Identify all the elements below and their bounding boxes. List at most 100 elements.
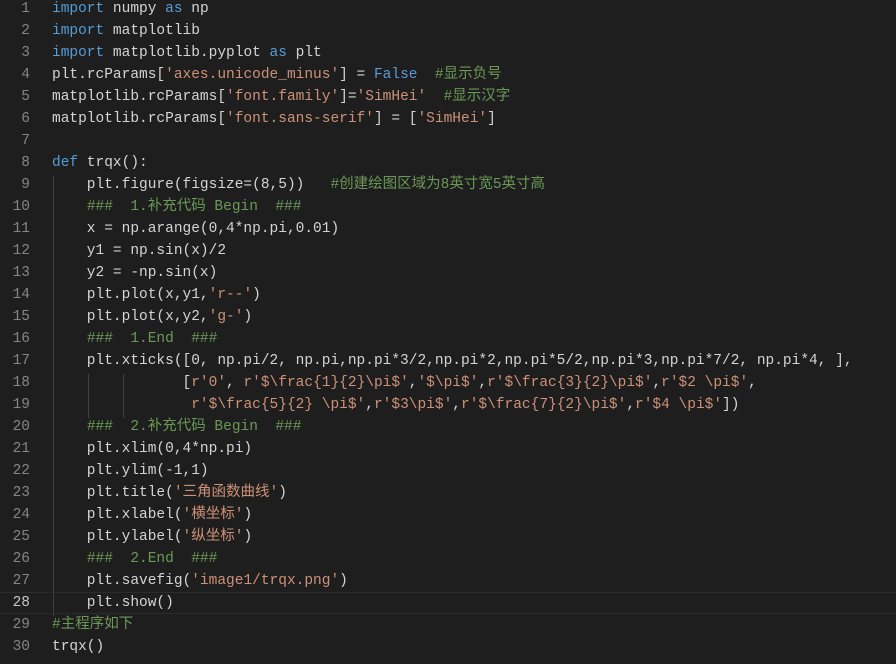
code-line[interactable]: 20 ### 2.补充代码 Begin ### xyxy=(0,416,896,438)
code-token: ) xyxy=(243,309,253,325)
code-line[interactable]: 30 trqx() xyxy=(0,636,896,658)
code-token: plt xyxy=(286,45,322,61)
code-line[interactable]: 23 plt.title('三角函数曲线') xyxy=(0,482,896,504)
line-code: matplotlib.rcParams['font.family']='SimH… xyxy=(52,86,510,108)
line-code: def trqx(): xyxy=(52,152,148,174)
code-token: plt.xlim(0,4*np.pi) xyxy=(52,441,253,457)
code-token: ]) xyxy=(722,397,740,413)
code-token: ) xyxy=(339,573,348,589)
code-token: , xyxy=(652,375,662,391)
code-token: plt.ylabel( xyxy=(52,529,183,545)
string-token: 'font.sans-serif' xyxy=(226,111,374,127)
code-editor[interactable]: 1 import numpy as np 2 import matplotlib 3 im… xyxy=(0,0,896,658)
code-line[interactable]: 27 plt.savefig('image1/trqx.png') xyxy=(0,570,896,592)
code-token: y2 = -np.sin(x) xyxy=(52,265,218,281)
code-line[interactable]: 15 plt.plot(x,y2,'g-') xyxy=(0,306,896,328)
code-line[interactable]: 13 y2 = -np.sin(x) xyxy=(0,262,896,284)
line-number: 21 xyxy=(12,441,30,457)
keyword-token: as xyxy=(165,1,183,17)
code-line[interactable]: 9 plt.figure(figsize=(8,5)) #创建绘图区域为8英寸宽… xyxy=(0,174,896,196)
code-line[interactable]: 6 matplotlib.rcParams['font.sans-serif'] … xyxy=(0,108,896,130)
line-number: 23 xyxy=(12,485,30,501)
code-line[interactable]: 22 plt.ylim(-1,1) xyxy=(0,460,896,482)
line-number: 24 xyxy=(12,507,30,523)
comment-token: #显示汉字 xyxy=(443,89,511,105)
line-number: 3 xyxy=(21,45,30,61)
code-token: y1 = np.sin(x)/2 xyxy=(52,243,227,259)
line-number: 9 xyxy=(21,177,30,193)
line-code: plt.ylim(-1,1) xyxy=(52,460,209,482)
code-line[interactable]: 24 plt.xlabel('横坐标') xyxy=(0,504,896,526)
code-line[interactable]: 19 r'$\frac{5}{2} \pi$',r'$3\pi$',r'$\fr… xyxy=(0,394,896,416)
code-token: plt.plot(x,y2, xyxy=(52,309,209,325)
comment-token: #主程序如下 xyxy=(52,617,134,633)
string-token: '横坐标' xyxy=(182,507,244,523)
code-token: plt.xlabel( xyxy=(52,507,183,523)
code-token: trqx() xyxy=(52,639,105,655)
keyword-token: import xyxy=(52,45,105,61)
string-token: r'$3\pi$' xyxy=(373,397,453,413)
line-number: 29 xyxy=(12,617,30,633)
code-line[interactable]: 28 plt.show() xyxy=(0,592,896,614)
line-number: 13 xyxy=(12,265,30,281)
string-token: 'SimHei' xyxy=(356,89,427,105)
code-line[interactable]: 14 plt.plot(x,y1,'r--') xyxy=(0,284,896,306)
code-line[interactable]: 7 xyxy=(0,130,896,152)
code-token: , xyxy=(226,375,244,391)
string-token: r'$2 \pi$' xyxy=(661,375,749,391)
code-line[interactable]: 8 def trqx(): xyxy=(0,152,896,174)
line-code: ### 2.补充代码 Begin ### xyxy=(52,416,302,438)
line-code: plt.xlabel('横坐标') xyxy=(52,504,252,526)
line-number: 27 xyxy=(12,573,30,589)
line-number: 14 xyxy=(12,287,30,303)
keyword-token: def xyxy=(52,155,79,171)
code-line[interactable]: 18 [r'0', r'$\frac{1}{2}\pi$','$\pi$',r'… xyxy=(0,372,896,394)
code-line[interactable]: 25 plt.ylabel('纵坐标') xyxy=(0,526,896,548)
string-token: r'$\frac{3}{2}\pi$' xyxy=(487,375,653,391)
line-code: plt.xlim(0,4*np.pi) xyxy=(52,438,252,460)
line-number: 10 xyxy=(12,199,30,215)
code-token: matplotlib xyxy=(104,23,200,39)
string-token: 'image1/trqx.png' xyxy=(191,573,340,589)
code-line[interactable]: 21 plt.xlim(0,4*np.pi) xyxy=(0,438,896,460)
code-line[interactable]: 10 ### 1.补充代码 Begin ### xyxy=(0,196,896,218)
string-token: 'r--' xyxy=(208,287,253,303)
line-code: plt.figure(figsize=(8,5)) #创建绘图区域为8英寸宽5英… xyxy=(52,174,545,196)
line-code: plt.title('三角函数曲线') xyxy=(52,482,287,504)
code-line[interactable]: 11 x = np.arange(0,4*np.pi,0.01) xyxy=(0,218,896,240)
line-code: import matplotlib.pyplot as plt xyxy=(52,42,322,64)
code-token: [ xyxy=(52,375,192,391)
line-code: [r'0', r'$\frac{1}{2}\pi$','$\pi$',r'$\f… xyxy=(52,372,757,394)
comment-token: #显示负号 xyxy=(434,67,502,83)
line-number: 8 xyxy=(21,155,30,171)
code-token: ) xyxy=(243,507,253,523)
code-line[interactable]: 26 ### 2.End ### xyxy=(0,548,896,570)
code-line[interactable]: 5 matplotlib.rcParams['font.family']='Sim… xyxy=(0,86,896,108)
code-line[interactable]: 16 ### 1.End ### xyxy=(0,328,896,350)
code-token: , xyxy=(626,397,636,413)
line-number: 6 xyxy=(21,111,30,127)
keyword-token: False xyxy=(373,67,418,83)
keyword-token: as xyxy=(269,45,287,61)
code-line[interactable]: 2 import matplotlib xyxy=(0,20,896,42)
code-line[interactable]: 29 #主程序如下 xyxy=(0,614,896,636)
code-token: ) xyxy=(243,529,253,545)
string-token: 'font.family' xyxy=(226,89,340,105)
string-token: 'axes.unicode_minus' xyxy=(165,67,340,83)
code-line[interactable]: 17 plt.xticks([0, np.pi/2, np.pi,np.pi*3… xyxy=(0,350,896,372)
code-line[interactable]: 1 import numpy as np xyxy=(0,0,896,20)
code-line[interactable]: 4 plt.rcParams['axes.unicode_minus'] = Fa… xyxy=(0,64,896,86)
code-line[interactable]: 3 import matplotlib.pyplot as plt xyxy=(0,42,896,64)
string-token: r'$\frac{5}{2} \pi$' xyxy=(191,397,366,413)
code-line[interactable]: 12 y1 = np.sin(x)/2 xyxy=(0,240,896,262)
code-token: plt.ylim(-1,1) xyxy=(52,463,209,479)
line-number: 22 xyxy=(12,463,30,479)
line-number: 17 xyxy=(12,353,30,369)
code-token: x = np.arange(0,4*np.pi,0.01) xyxy=(52,221,340,237)
code-token: plt.xticks([0, np.pi/2, np.pi,np.pi*3/2,… xyxy=(52,353,853,369)
code-token: , xyxy=(452,397,461,413)
line-number: 11 xyxy=(12,221,30,237)
line-code: plt.ylabel('纵坐标') xyxy=(52,526,252,548)
line-code: plt.xticks([0, np.pi/2, np.pi,np.pi*3/2,… xyxy=(52,350,853,372)
